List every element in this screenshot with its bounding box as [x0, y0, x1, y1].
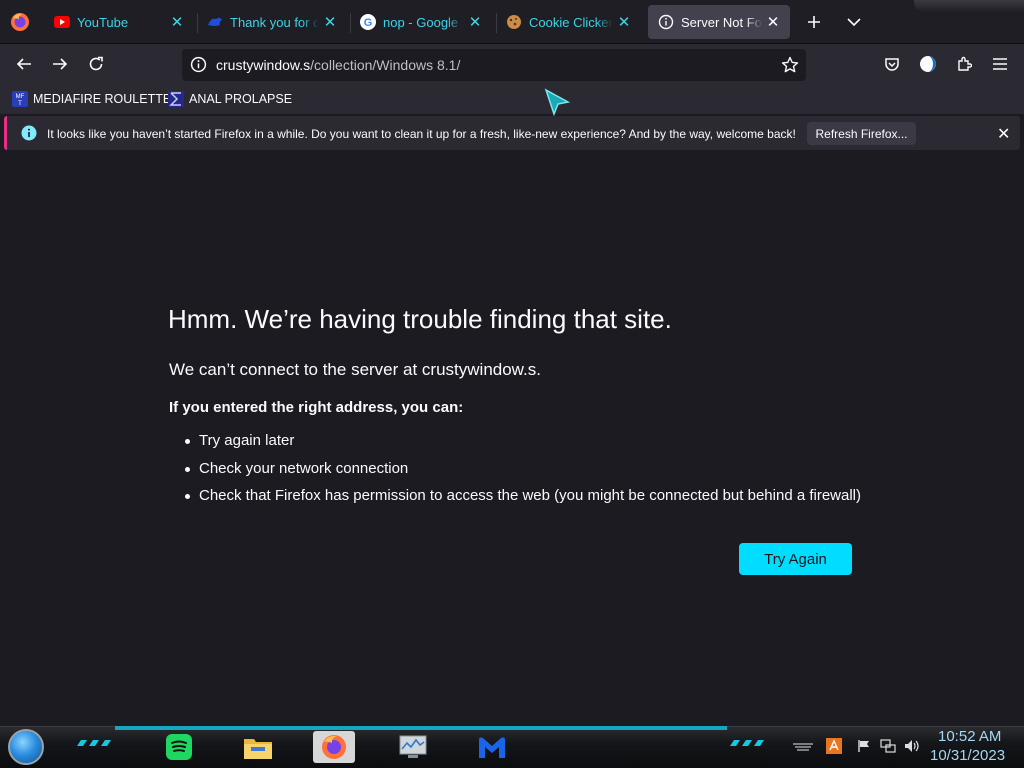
google-icon: G — [360, 14, 376, 30]
file-explorer-icon[interactable] — [237, 731, 279, 763]
tab-close-icon[interactable]: ✕ — [617, 13, 631, 31]
taskbar-decoration — [730, 740, 764, 746]
mouse-cursor-icon — [544, 88, 572, 116]
info-icon — [658, 14, 674, 30]
tab-title: YouTube — [77, 14, 129, 30]
malwarebytes-icon[interactable] — [471, 731, 513, 763]
new-tab-button[interactable] — [802, 10, 826, 34]
tab-google-search[interactable]: G nop - Google Search ✕ — [350, 5, 492, 39]
extensions-icon[interactable] — [950, 50, 978, 78]
tab-title: Thank you for downloading — [230, 14, 319, 30]
svg-text:G: G — [364, 17, 373, 29]
list-item: Check your network connection — [185, 460, 861, 488]
list-item: Try again later — [185, 432, 861, 460]
mediafire-icon — [207, 14, 223, 30]
action-center-flag-icon[interactable] — [857, 739, 871, 753]
pocket-icon[interactable] — [878, 50, 906, 78]
list-item: Check that Firefox has permission to acc… — [185, 487, 861, 515]
tab-mediafire[interactable]: Thank you for downloading ✕ — [197, 5, 347, 39]
list-all-tabs-button[interactable] — [842, 10, 866, 34]
resource-monitor-icon[interactable] — [392, 731, 434, 763]
tab-cookie-clicker[interactable]: Cookie Clicker 2 ✕ — [496, 5, 641, 39]
dark-reader-icon[interactable] — [914, 50, 942, 78]
tab-title: Cookie Clicker 2 — [529, 14, 613, 30]
tab-youtube[interactable]: YouTube ✕ — [44, 5, 194, 39]
bookmark-mediafire-rouletter[interactable]: MF T MEDIAFIRE ROULETTER — [12, 89, 180, 109]
error-description: We can’t connect to the server at crusty… — [169, 360, 541, 379]
error-subtitle: If you entered the right address, you ca… — [169, 399, 464, 416]
svg-text:T: T — [18, 101, 22, 107]
firefox-logo-icon[interactable] — [10, 12, 30, 32]
info-icon — [21, 125, 37, 141]
clock-time[interactable]: 10:52 AM — [938, 728, 1001, 745]
show-hidden-icons-icon[interactable] — [792, 742, 814, 752]
bookmark-anal-prolapse[interactable]: ANAL PROLAPSE — [168, 89, 292, 109]
error-page: Hmm. We’re having trouble finding that s… — [0, 154, 1024, 726]
bookmark-label: ANAL PROLAPSE — [189, 92, 293, 106]
bookmark-label: MEDIAFIRE ROULETTER — [33, 92, 181, 106]
ime-icon[interactable] — [826, 738, 842, 754]
menu-icon[interactable] — [986, 50, 1014, 78]
volume-icon[interactable] — [904, 739, 920, 753]
url-text[interactable]: crustywindow.s/collection/Windows 8.1/ — [216, 57, 460, 73]
error-title: Hmm. We’re having trouble finding that s… — [168, 304, 672, 334]
mediafire-icon: MF T — [12, 91, 28, 107]
tab-server-not-found[interactable]: Server Not Found ✕ — [648, 5, 790, 39]
suggestion-list: Try again later Check your network conne… — [185, 432, 861, 515]
forward-button[interactable] — [46, 50, 74, 78]
svg-text:MF: MF — [16, 94, 25, 100]
start-button[interactable] — [8, 729, 44, 765]
tab-title: nop - Google Search — [383, 14, 464, 30]
close-icon[interactable]: ✕ — [997, 124, 1010, 144]
tab-close-icon[interactable]: ✕ — [468, 13, 482, 31]
reload-button[interactable] — [82, 50, 110, 78]
tab-strip: YouTube ✕ Thank you for downloading ✕ G … — [0, 0, 1024, 44]
bookmark-star-icon[interactable] — [781, 56, 799, 74]
back-button[interactable] — [10, 50, 38, 78]
youtube-icon — [54, 14, 70, 30]
refresh-firefox-notification: It looks like you haven’t started Firefo… — [4, 116, 1020, 150]
tab-title: Server Not Found — [681, 14, 762, 30]
tab-close-icon[interactable]: ✕ — [323, 13, 337, 31]
taskbar-decoration — [77, 740, 111, 746]
bookmarks-toolbar: MF T MEDIAFIRE ROULETTER ANAL PROLAPSE — [0, 84, 1024, 116]
refresh-firefox-button[interactable]: Refresh Firefox... — [807, 122, 916, 145]
try-again-button[interactable]: Try Again — [739, 543, 852, 575]
cookie-icon — [506, 14, 522, 30]
network-icon[interactable] — [880, 739, 896, 753]
taskbar-rail — [115, 726, 727, 730]
notification-message: It looks like you haven’t started Firefo… — [47, 127, 796, 141]
tab-close-icon[interactable]: ✕ — [766, 13, 780, 31]
url-bar[interactable]: crustywindow.s/collection/Windows 8.1/ — [182, 49, 806, 81]
clock-date[interactable]: 10/31/2023 — [930, 747, 1005, 764]
firefox-icon[interactable] — [313, 731, 355, 763]
spotify-icon[interactable] — [158, 731, 200, 763]
site-info-icon[interactable] — [190, 56, 207, 73]
sigma-icon — [168, 91, 184, 107]
tab-close-icon[interactable]: ✕ — [170, 13, 184, 31]
url-path: /collection/Windows 8.1/ — [310, 57, 461, 73]
url-host: crustywindow.s — [216, 57, 311, 73]
